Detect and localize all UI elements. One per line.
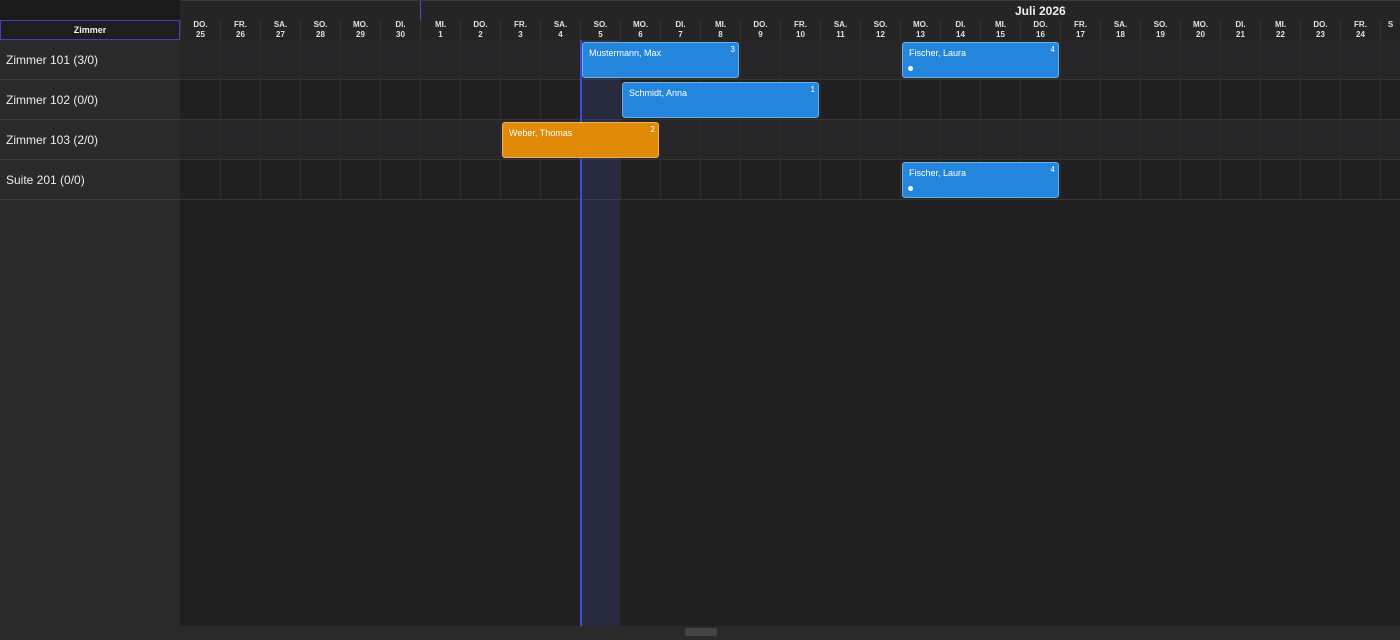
grid-line <box>500 40 501 200</box>
grid-line <box>1300 40 1301 200</box>
day-header[interactable]: FR. 10 <box>780 20 820 40</box>
grid-line <box>780 40 781 200</box>
grid-line <box>1260 40 1261 200</box>
day-header[interactable]: DI. 21 <box>1220 20 1260 40</box>
booking-guest-count: 1 <box>810 85 815 94</box>
booking-bar[interactable]: Weber, Thomas 2 <box>502 122 659 158</box>
day-header[interactable]: MI. 15 <box>980 20 1020 40</box>
grid-line <box>380 40 381 200</box>
status-dot-icon <box>908 66 913 71</box>
day-header[interactable]: MI. 22 <box>1260 20 1300 40</box>
grid-line <box>900 40 901 200</box>
grid-line <box>1060 40 1061 200</box>
room-column-header[interactable]: Zimmer <box>0 20 180 40</box>
grid-line <box>540 40 541 200</box>
day-header[interactable]: S <box>1380 20 1400 40</box>
day-header[interactable]: FR. 24 <box>1340 20 1380 40</box>
room-row-label[interactable]: Zimmer 102 (0/0) <box>0 80 180 120</box>
booking-guest-count: 4 <box>1050 45 1055 54</box>
horizontal-scrollbar[interactable] <box>0 626 1400 640</box>
day-header[interactable]: SA. 4 <box>540 20 580 40</box>
booking-guest-name: Schmidt, Anna <box>629 88 688 98</box>
grid-line <box>1220 40 1221 200</box>
day-header[interactable]: SA. 18 <box>1100 20 1140 40</box>
room-row-label[interactable]: Zimmer 103 (2/0) <box>0 120 180 160</box>
grid-line <box>740 40 741 200</box>
status-dot-icon <box>908 186 913 191</box>
day-header[interactable]: SA. 27 <box>260 20 300 40</box>
day-header[interactable]: DI. 30 <box>380 20 420 40</box>
grid-row[interactable] <box>180 40 1400 80</box>
grid-line <box>340 40 341 200</box>
day-header[interactable]: SO. 28 <box>300 20 340 40</box>
booking-guest-name: Weber, Thomas <box>509 128 573 138</box>
booking-guest-name: Mustermann, Max <box>589 48 662 58</box>
booking-bar[interactable]: Fischer, Laura 4 <box>902 42 1059 78</box>
grid-line <box>260 40 261 200</box>
day-header[interactable]: MI. 1 <box>420 20 460 40</box>
day-header[interactable]: SA. 11 <box>820 20 860 40</box>
booking-guest-count: 3 <box>730 45 735 54</box>
day-header[interactable]: FR. 3 <box>500 20 540 40</box>
booking-bar[interactable]: Schmidt, Anna 1 <box>622 82 819 118</box>
booking-grid[interactable]: Mustermann, Max 3 Fischer, Laura 4 Schmi… <box>180 40 1400 626</box>
booking-guest-count: 2 <box>650 125 655 134</box>
day-header[interactable]: DO. 9 <box>740 20 780 40</box>
grid-line <box>1340 40 1341 200</box>
day-header[interactable]: MO. 6 <box>620 20 660 40</box>
booking-guest-name: Fischer, Laura <box>909 48 967 58</box>
day-header[interactable]: MI. 8 <box>700 20 740 40</box>
day-header[interactable]: FR. 17 <box>1060 20 1100 40</box>
month-label: Juli 2026 <box>1015 4 1066 18</box>
grid-line <box>420 40 421 200</box>
booking-bar[interactable]: Mustermann, Max 3 <box>582 42 739 78</box>
day-header[interactable]: MO. 29 <box>340 20 380 40</box>
grid-row[interactable] <box>180 120 1400 160</box>
day-header[interactable]: DO. 23 <box>1300 20 1340 40</box>
grid-row[interactable] <box>180 160 1400 200</box>
day-header[interactable]: MO. 20 <box>1180 20 1220 40</box>
scrollbar-thumb[interactable] <box>685 628 717 636</box>
grid-line <box>460 40 461 200</box>
day-header[interactable]: SO. 19 <box>1140 20 1180 40</box>
day-header[interactable]: DO. 16 <box>1020 20 1060 40</box>
room-list: Zimmer 101 (3/0) Zimmer 102 (0/0) Zimmer… <box>0 40 180 626</box>
day-header[interactable]: DO. 2 <box>460 20 500 40</box>
grid-line <box>1100 40 1101 200</box>
grid-line <box>1380 40 1381 200</box>
room-row-label[interactable]: Zimmer 101 (3/0) <box>0 40 180 80</box>
booking-guest-name: Fischer, Laura <box>909 168 967 178</box>
booking-bar[interactable]: Fischer, Laura 4 <box>902 162 1059 198</box>
day-header[interactable]: DO. 25 <box>180 20 220 40</box>
day-header[interactable]: FR. 26 <box>220 20 260 40</box>
grid-line <box>1180 40 1181 200</box>
day-header[interactable]: SO. 12 <box>860 20 900 40</box>
month-bar <box>180 0 1400 21</box>
room-row-label[interactable]: Suite 201 (0/0) <box>0 160 180 200</box>
grid-line <box>300 40 301 200</box>
day-header[interactable]: MO. 13 <box>900 20 940 40</box>
grid-line <box>1140 40 1141 200</box>
day-header[interactable]: DI. 7 <box>660 20 700 40</box>
month-separator <box>420 1 421 21</box>
grid-line <box>220 40 221 200</box>
corner-cell <box>0 0 180 20</box>
booking-guest-count: 4 <box>1050 165 1055 174</box>
day-header[interactable]: SO. 5 <box>580 20 620 40</box>
grid-line <box>820 40 821 200</box>
grid-line <box>860 40 861 200</box>
day-header-row: DO. 25 FR. 26 SA. 27 SO. 28 MO. 29 DI. 30 MI. 1… <box>180 20 1400 40</box>
day-header[interactable]: DI. 14 <box>940 20 980 40</box>
